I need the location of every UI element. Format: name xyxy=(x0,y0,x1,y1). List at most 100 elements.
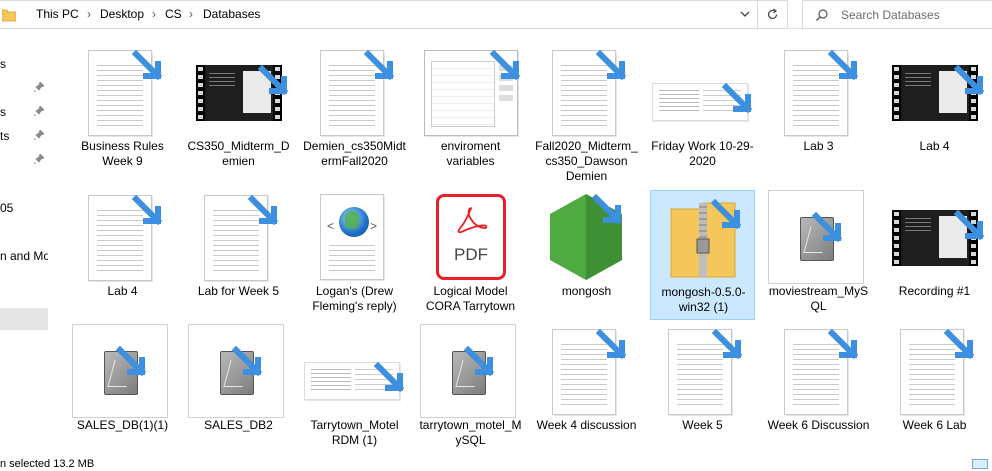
file-thumbnail xyxy=(70,45,175,137)
file-item[interactable]: Demien_cs350MidtermFall2020 xyxy=(302,45,407,175)
file-item[interactable]: Lab for Week 5 xyxy=(186,190,291,320)
address-bar[interactable]: This PC › Desktop › CS › Databases xyxy=(0,0,758,29)
file-item[interactable]: Business Rules Week 9 xyxy=(70,45,175,175)
nav-item[interactable]: ts xyxy=(0,129,9,143)
file-item[interactable]: CS350_Midterm_Demien xyxy=(186,45,291,175)
file-label: SALES_DB2 xyxy=(204,418,273,432)
file-thumbnail xyxy=(70,190,175,282)
file-thumbnail xyxy=(766,324,871,416)
file-item[interactable]: Tarrytown_Motel RDM (1) xyxy=(302,324,407,454)
file-thumbnail xyxy=(302,324,407,416)
file-thumbnail xyxy=(534,190,639,282)
file-item[interactable]: enviroment variables xyxy=(418,45,523,175)
large-icons-view-icon[interactable] xyxy=(972,459,988,469)
file-item[interactable]: Week 4 discussion xyxy=(534,324,639,454)
file-thumbnail xyxy=(186,45,291,137)
shortcut-arrow-icon xyxy=(257,64,289,96)
breadcrumb-this-pc[interactable]: This PC xyxy=(36,7,79,21)
chevron-right-icon[interactable]: › xyxy=(152,7,156,21)
shortcut-arrow-icon xyxy=(373,361,405,393)
file-item[interactable]: SALES_DB(1)(1) xyxy=(70,324,175,454)
shortcut-arrow-icon xyxy=(811,211,843,243)
file-item[interactable]: tarrytown_motel_MySQL xyxy=(418,324,523,454)
nav-item-selected[interactable] xyxy=(0,308,48,330)
file-item[interactable]: mongosh xyxy=(534,190,639,320)
file-item[interactable]: Week 6 Lab xyxy=(882,324,987,454)
shortcut-arrow-icon xyxy=(231,345,263,377)
address-bar-row: This PC › Desktop › CS › Databases Searc… xyxy=(0,0,992,29)
html-document-icon: < > xyxy=(320,194,384,280)
search-box[interactable]: Search Databases xyxy=(802,0,992,29)
file-item[interactable]: mongosh-0.5.0-win32 (1) xyxy=(650,190,755,320)
file-thumbnail xyxy=(534,324,639,416)
file-item[interactable]: PDF Logical Model CORA Tarrytown xyxy=(418,190,523,320)
file-label: Business Rules Week 9 xyxy=(81,139,164,168)
file-item[interactable]: moviestream_MySQL xyxy=(766,190,871,320)
breadcrumb-databases[interactable]: Databases xyxy=(203,7,260,21)
file-thumbnail xyxy=(651,191,756,283)
file-thumbnail xyxy=(650,45,755,137)
file-item[interactable]: Week 6 Discussion xyxy=(766,324,871,454)
chevron-down-icon[interactable] xyxy=(739,8,751,20)
pin-icon xyxy=(34,82,44,92)
file-thumbnail xyxy=(882,45,987,137)
shortcut-arrow-icon xyxy=(595,328,627,360)
file-item[interactable]: Week 5 xyxy=(650,324,755,454)
breadcrumb-desktop[interactable]: Desktop xyxy=(100,7,144,21)
file-thumbnail xyxy=(302,45,407,137)
file-item[interactable]: < > Logan's (Drew Fleming's reply) xyxy=(302,190,407,320)
file-thumbnail xyxy=(186,324,291,418)
file-item[interactable]: Lab 4 xyxy=(882,45,987,175)
file-grid: Business Rules Week 9 CS350_Midterm_Demie… xyxy=(48,30,992,458)
chevron-right-icon[interactable]: › xyxy=(189,7,193,21)
file-thumbnail xyxy=(882,190,987,282)
refresh-button[interactable] xyxy=(758,0,788,29)
file-label: CS350_Midterm_Demien xyxy=(187,139,290,168)
shortcut-arrow-icon xyxy=(131,49,163,81)
file-item[interactable]: Lab 3 xyxy=(766,45,871,175)
shortcut-arrow-icon xyxy=(247,194,279,226)
file-item[interactable]: SALES_DB2 xyxy=(186,324,291,454)
status-text: n selected 13.2 MB xyxy=(0,458,95,470)
shortcut-arrow-icon xyxy=(363,49,395,81)
shortcut-arrow-icon xyxy=(953,209,985,241)
nav-item[interactable]: s xyxy=(0,57,6,71)
file-item[interactable]: Friday Work 10-29-2020 xyxy=(650,45,755,175)
chevron-right-icon[interactable]: › xyxy=(87,7,91,21)
file-label: Lab for Week 5 xyxy=(197,284,280,298)
file-item[interactable]: Recording #1 xyxy=(882,190,987,320)
shortcut-arrow-icon xyxy=(710,198,742,230)
shortcut-arrow-icon xyxy=(489,49,521,81)
status-bar: n selected 13.2 MB xyxy=(0,458,992,471)
nav-item[interactable]: n and Mod xyxy=(0,249,48,263)
pdf-icon: PDF xyxy=(436,194,506,280)
file-item[interactable]: Fall2020_Midterm_cs350_Dawson Demien xyxy=(534,45,639,183)
shortcut-arrow-icon xyxy=(827,49,859,81)
breadcrumb-cs[interactable]: CS xyxy=(165,7,182,21)
shortcut-arrow-icon xyxy=(115,345,147,377)
shortcut-arrow-icon xyxy=(595,49,627,81)
file-label: Week 6 Lab xyxy=(902,418,967,432)
search-placeholder: Search Databases xyxy=(841,8,940,22)
nav-item[interactable]: 05 xyxy=(0,201,13,215)
file-thumbnail xyxy=(70,324,175,418)
file-label: mongosh-0.5.0-win32 (1) xyxy=(661,285,746,314)
file-label: Fall2020_Midterm_cs350_Dawson Demien xyxy=(535,139,638,183)
file-label: tarrytown_motel_MySQL xyxy=(419,418,522,447)
nav-item[interactable]: s xyxy=(0,105,6,119)
file-thumbnail xyxy=(418,45,523,137)
shortcut-arrow-icon xyxy=(131,194,163,226)
file-label: Logan's (Drew Fleming's reply) xyxy=(312,284,397,313)
file-label: mongosh xyxy=(561,284,612,298)
file-label: Friday Work 10-29-2020 xyxy=(651,139,754,168)
file-label: Lab 4 xyxy=(919,139,950,153)
file-thumbnail xyxy=(534,45,639,137)
shortcut-arrow-icon xyxy=(721,82,753,114)
file-thumbnail xyxy=(186,190,291,282)
file-thumbnail xyxy=(766,45,871,137)
file-label: enviroment variables xyxy=(440,139,501,168)
file-thumbnail xyxy=(650,324,755,416)
refresh-icon xyxy=(767,8,778,20)
search-icon xyxy=(816,9,828,21)
file-item[interactable]: Lab 4 xyxy=(70,190,175,320)
